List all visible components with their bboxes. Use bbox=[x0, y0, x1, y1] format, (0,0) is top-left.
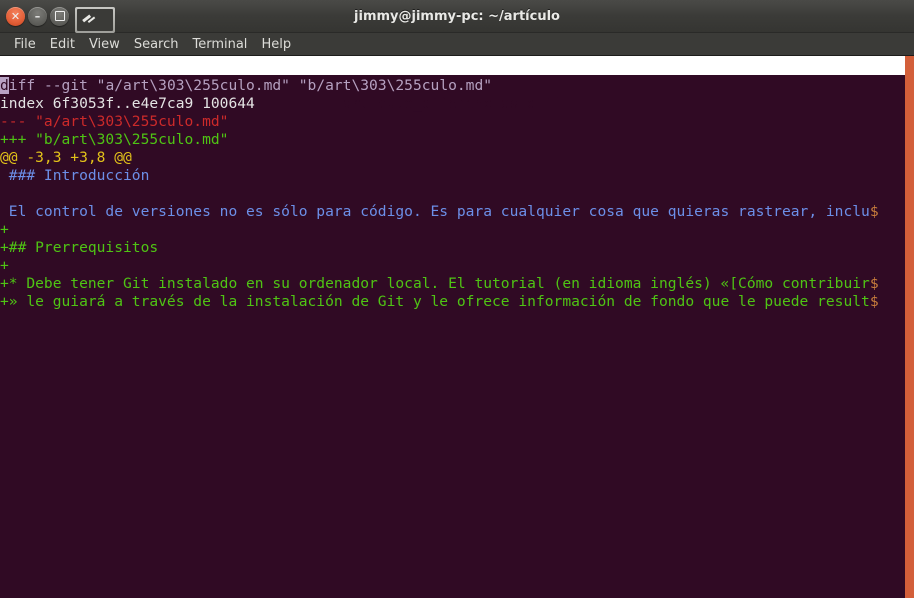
menu-item-edit[interactable]: Edit bbox=[43, 37, 82, 52]
menu-item-search[interactable]: Search bbox=[127, 37, 186, 52]
diff-line-text: + bbox=[0, 257, 9, 274]
diff-line-text: @@ -3,3 +3,8 @@ bbox=[0, 149, 132, 166]
minimize-icon: – bbox=[34, 9, 41, 23]
diff-line: index 6f3053f..e4e7ca9 100644 bbox=[0, 95, 255, 113]
scrollbar-thumb[interactable] bbox=[905, 56, 914, 598]
menu-item-file[interactable]: File bbox=[7, 37, 43, 52]
terminal-view[interactable]: GNU nano 2.9.3 artículo_diferencias.diff… bbox=[0, 56, 914, 598]
diff-line-text: +» le guiará a través de la instalación … bbox=[0, 293, 870, 310]
line-continuation-marker: $ bbox=[869, 293, 879, 310]
diff-line-text: +## Prerrequisitos bbox=[0, 239, 159, 256]
terminal-window: ✕ – jimmy@jimmy-pc: ~/artículo File Edit… bbox=[0, 0, 914, 598]
window-controls: ✕ – bbox=[0, 6, 69, 26]
menu-item-terminal[interactable]: Terminal bbox=[185, 37, 254, 52]
diff-line: + bbox=[0, 221, 9, 239]
diff-line: @@ -3,3 +3,8 @@ bbox=[0, 149, 132, 167]
diff-line-text: +* Debe tener Git instalado en su ordena… bbox=[0, 275, 870, 292]
diff-line: ### Introducción bbox=[0, 167, 150, 185]
diff-line: +» le guiará a través de la instalación … bbox=[0, 293, 879, 311]
maximize-button[interactable] bbox=[50, 6, 69, 26]
diff-line-text: ### Introducción bbox=[0, 167, 150, 184]
diff-line-text: El control de versiones no es sólo para … bbox=[0, 203, 870, 220]
line-continuation-marker: $ bbox=[869, 203, 879, 220]
diff-line: +## Prerrequisitos bbox=[0, 239, 158, 257]
diff-line: --- "a/art\303\255culo.md" bbox=[0, 113, 228, 131]
line-continuation-marker: $ bbox=[869, 275, 879, 292]
diff-line: diff --git "a/art\303\255culo.md" "b/art… bbox=[0, 77, 492, 95]
menu-item-help[interactable]: Help bbox=[254, 37, 298, 52]
diff-line-text: + bbox=[0, 221, 9, 238]
menubar: File Edit View Search Terminal Help bbox=[0, 33, 914, 56]
text-cursor: d bbox=[0, 77, 9, 94]
diff-line-text: +++ "b/art\303\255culo.md" bbox=[0, 131, 229, 148]
close-button[interactable]: ✕ bbox=[6, 6, 25, 26]
terminal-scrollbar[interactable] bbox=[905, 56, 914, 598]
terminal-icon bbox=[75, 7, 115, 33]
diff-line-text: iff --git "a/art\303\255culo.md" "b/art\… bbox=[8, 77, 493, 94]
diff-line: El control de versiones no es sólo para … bbox=[0, 203, 879, 221]
close-icon: ✕ bbox=[10, 9, 21, 23]
window-title: jimmy@jimmy-pc: ~/artículo bbox=[354, 8, 560, 24]
maximize-icon bbox=[54, 11, 65, 21]
nano-editor[interactable]: GNU nano 2.9.3 artículo_diferencias.diff… bbox=[0, 56, 905, 598]
window-titlebar: ✕ – jimmy@jimmy-pc: ~/artículo bbox=[0, 0, 914, 33]
diff-line: + bbox=[0, 257, 9, 275]
menu-item-view[interactable]: View bbox=[82, 37, 127, 52]
diff-line-text: --- "a/art\303\255culo.md" bbox=[0, 113, 229, 130]
diff-line: +* Debe tener Git instalado en su ordena… bbox=[0, 275, 879, 293]
diff-line-text: index 6f3053f..e4e7ca9 100644 bbox=[0, 95, 255, 112]
diff-line: +++ "b/art\303\255culo.md" bbox=[0, 131, 228, 149]
minimize-button[interactable]: – bbox=[28, 6, 47, 26]
nano-titlebar: GNU nano 2.9.3 artículo_diferencias.diff bbox=[0, 56, 905, 112]
